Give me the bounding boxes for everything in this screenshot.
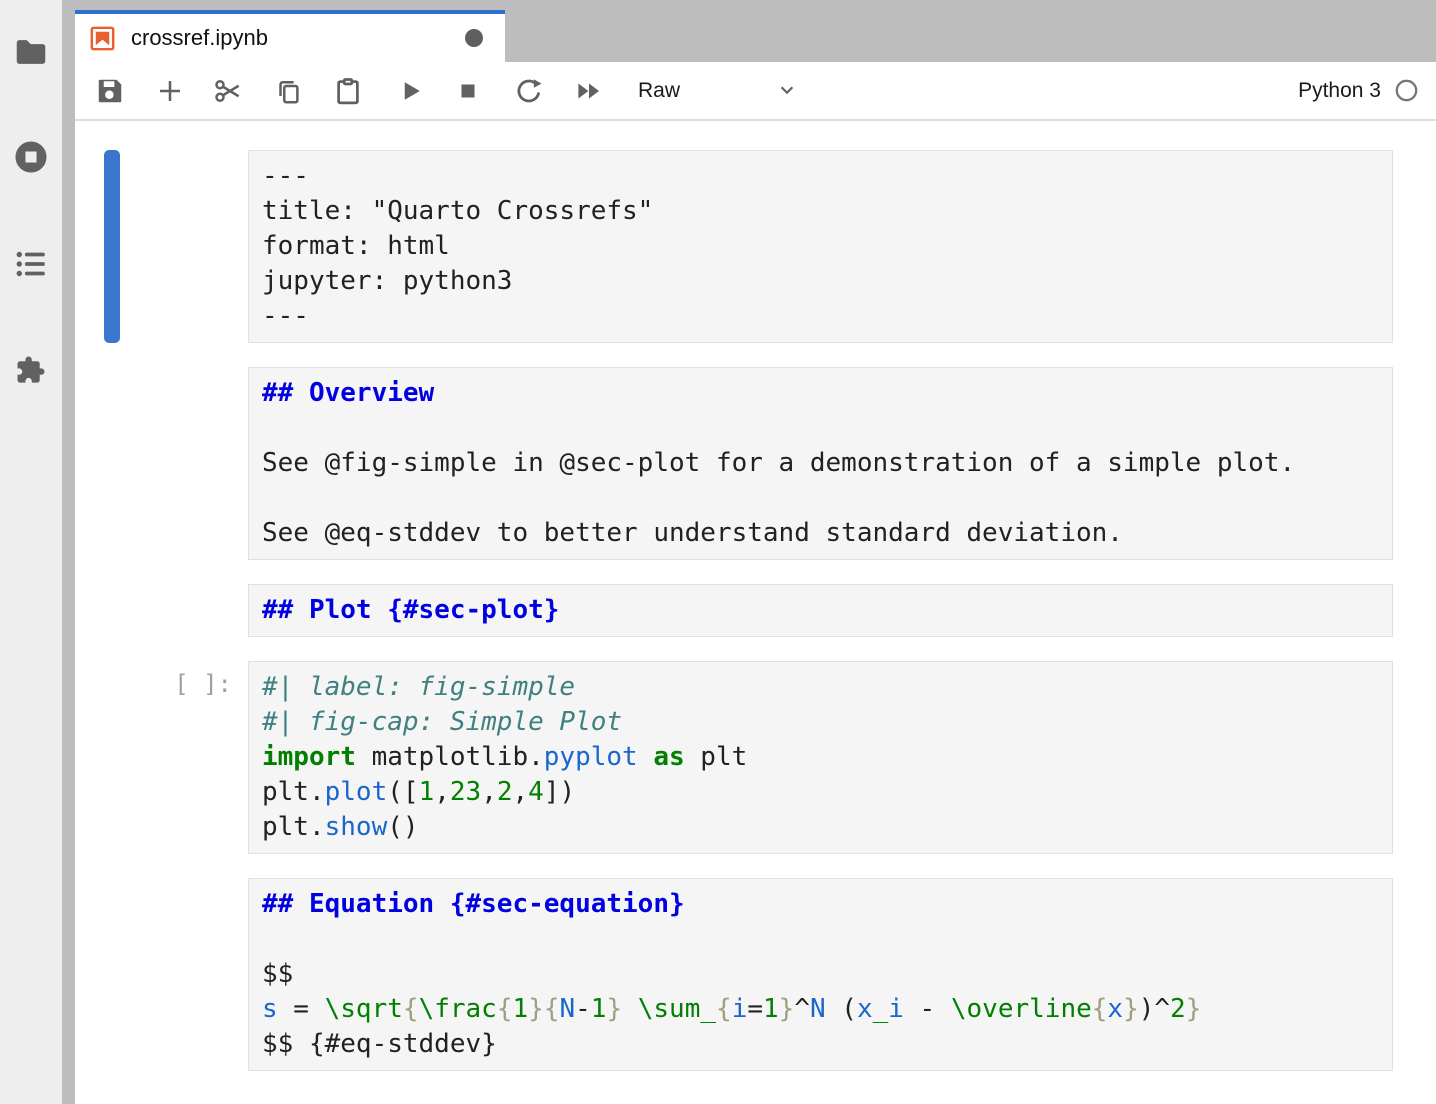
cell-prompt (120, 367, 248, 560)
code-line: s = \sqrt{\frac{1}{N-1} \sum_{i=1}^N (x_… (262, 992, 1382, 1027)
cell-prompt: [ ]: (120, 661, 248, 854)
cell-collapser[interactable] (104, 661, 120, 854)
cell-collapser[interactable] (104, 584, 120, 637)
cell-collapser[interactable] (104, 878, 120, 1071)
tab-bar: crossref.ipynb (75, 10, 1436, 62)
code-line: ## Overview (262, 376, 1382, 411)
running-sessions-icon[interactable] (12, 138, 50, 176)
code-line: plt.plot([1,23,2,4]) (262, 775, 1382, 810)
interrupt-kernel-button[interactable] (448, 71, 488, 111)
sidebar-divider (62, 0, 75, 1104)
code-line (262, 411, 1382, 446)
unsaved-changes-indicator[interactable] (465, 29, 483, 47)
cell-markdown-2[interactable]: ## Plot {#sec-plot} (75, 584, 1436, 637)
notebook-icon (89, 25, 116, 52)
kernel-status-icon (1394, 78, 1419, 103)
code-line: ## Equation {#sec-equation} (262, 887, 1382, 922)
code-line: #| label: fig-simple (262, 670, 1382, 705)
code-line (262, 922, 1382, 957)
cell-editor[interactable]: ## Plot {#sec-plot} (248, 584, 1393, 637)
kernel-name-label: Python 3 (1298, 79, 1381, 103)
table-of-contents-icon[interactable] (12, 245, 50, 283)
activity-sidebar (0, 0, 62, 1104)
restart-run-all-button[interactable] (569, 71, 609, 111)
extension-manager-icon[interactable] (12, 351, 50, 389)
copy-cell-button[interactable] (268, 71, 308, 111)
code-line: See @fig-simple in @sec-plot for a demon… (262, 446, 1382, 481)
code-line: format: html (262, 229, 1382, 264)
active-cell-collapser[interactable] (104, 150, 120, 343)
tab-title: crossref.ipynb (131, 25, 268, 51)
cell-editor[interactable]: #| label: fig-simple#| fig-cap: Simple P… (248, 661, 1393, 854)
cell-editor[interactable]: ## Equation {#sec-equation} $$s = \sqrt{… (248, 878, 1393, 1071)
cell-prompt (120, 584, 248, 637)
cell-collapser[interactable] (104, 367, 120, 560)
file-browser-icon[interactable] (12, 33, 50, 71)
cell-editor[interactable]: ---title: "Quarto Crossrefs"format: html… (248, 150, 1393, 343)
code-line: import matplotlib.pyplot as plt (262, 740, 1382, 775)
cell-editor[interactable]: ## Overview See @fig-simple in @sec-plot… (248, 367, 1393, 560)
cell-prompt (120, 878, 248, 1071)
notebook-toolbar: Raw Python 3 (75, 62, 1436, 121)
code-line: --- (262, 159, 1382, 194)
cell-type-selected-label: Raw (638, 79, 680, 103)
code-line: title: "Quarto Crossrefs" (262, 194, 1382, 229)
paste-cell-button[interactable] (328, 71, 368, 111)
restart-kernel-button[interactable] (509, 71, 549, 111)
cell-markdown-4[interactable]: ## Equation {#sec-equation} $$s = \sqrt{… (75, 878, 1436, 1071)
run-cell-button[interactable] (391, 71, 431, 111)
cell-prompt (120, 150, 248, 343)
code-line: plt.show() (262, 810, 1382, 845)
code-line: See @eq-stddev to better understand stan… (262, 516, 1382, 551)
code-line: #| fig-cap: Simple Plot (262, 705, 1382, 740)
notebook-cells: ---title: "Quarto Crossrefs"format: html… (75, 121, 1436, 1071)
cell-raw-0[interactable]: ---title: "Quarto Crossrefs"format: html… (75, 150, 1436, 343)
code-line: $$ {#eq-stddev} (262, 1027, 1382, 1062)
cell-type-dropdown[interactable]: Raw (638, 62, 878, 119)
code-line: --- (262, 299, 1382, 334)
code-line (262, 481, 1382, 516)
kernel-switcher[interactable]: Python 3 (1298, 62, 1419, 119)
code-line: ## Plot {#sec-plot} (262, 593, 1382, 628)
cut-cell-button[interactable] (208, 71, 248, 111)
code-line: $$ (262, 957, 1382, 992)
save-button[interactable] (90, 71, 130, 111)
cell-code-3[interactable]: [ ]:#| label: fig-simple#| fig-cap: Simp… (75, 661, 1436, 854)
main-panel: crossref.ipynb (75, 0, 1436, 1104)
tab-crossref-ipynb[interactable]: crossref.ipynb (75, 10, 505, 62)
cell-markdown-1[interactable]: ## Overview See @fig-simple in @sec-plot… (75, 367, 1436, 560)
insert-cell-button[interactable] (150, 71, 190, 111)
code-line: jupyter: python3 (262, 264, 1382, 299)
chevron-down-icon (774, 77, 800, 103)
dock-top-band (75, 0, 1436, 10)
